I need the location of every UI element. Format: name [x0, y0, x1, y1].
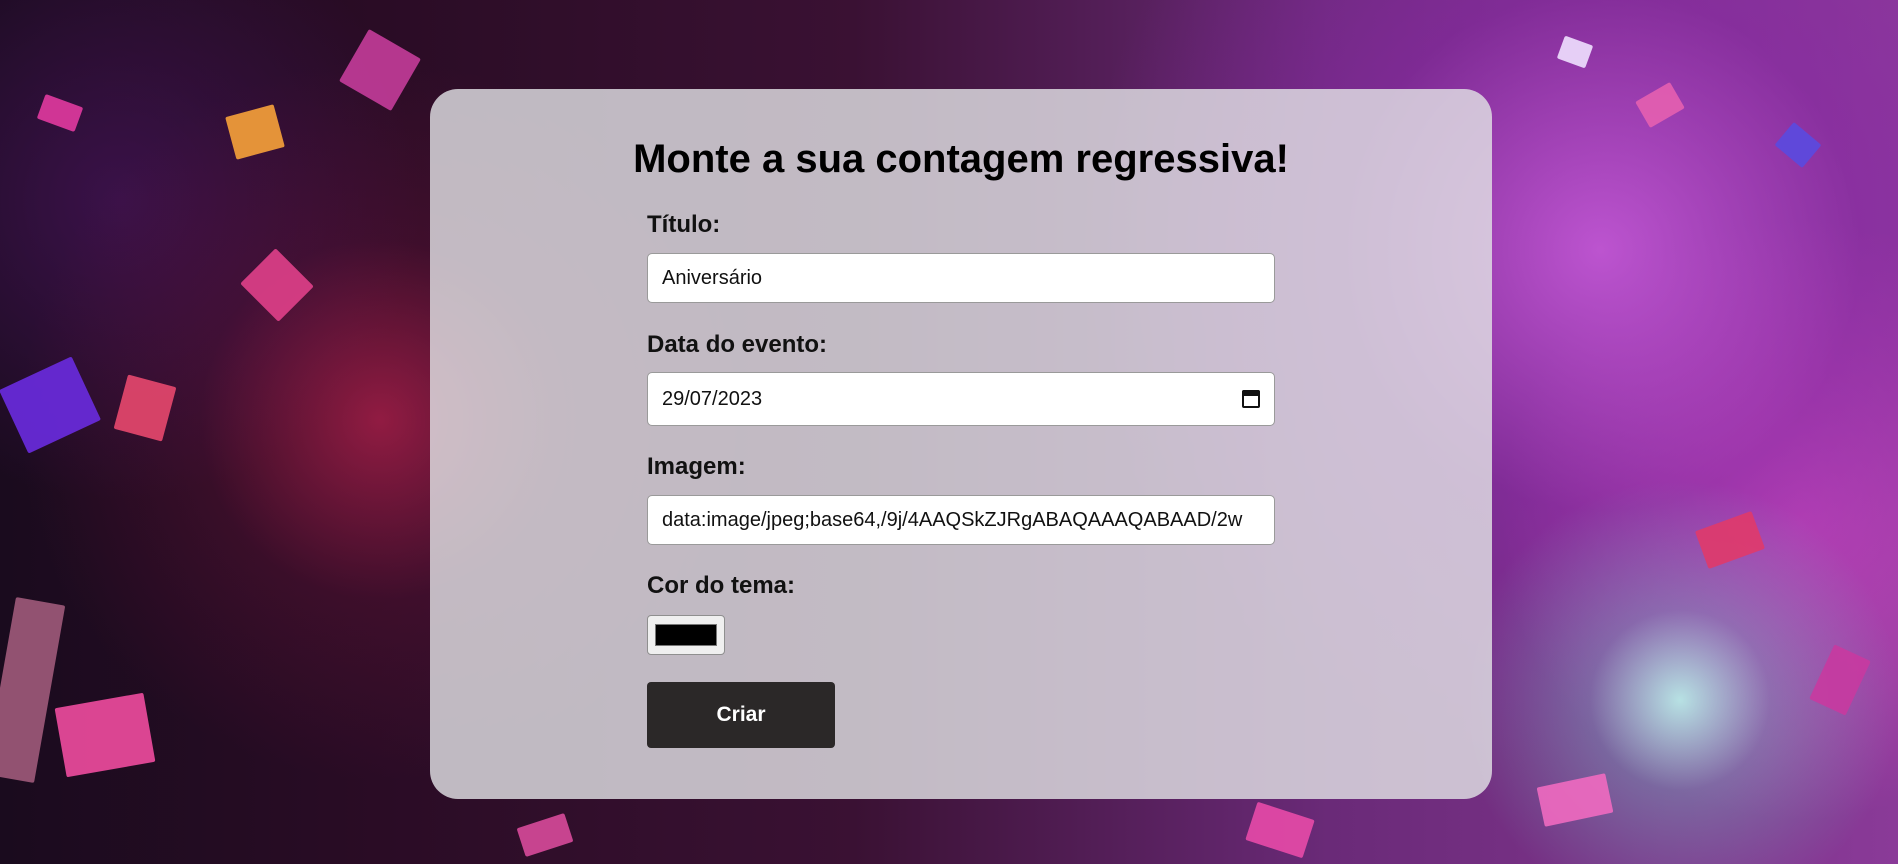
confetti-piece: [339, 29, 421, 111]
calendar-icon[interactable]: [1242, 390, 1260, 408]
countdown-form-card: Monte a sua contagem regressiva! Título:…: [430, 89, 1492, 799]
confetti-piece: [0, 356, 102, 454]
theme-color-label: Cor do tema:: [647, 572, 796, 599]
confetti-piece: [240, 248, 314, 322]
title-label: Título:: [647, 211, 721, 238]
event-date-value: 29/07/2023: [662, 387, 763, 410]
theme-color-picker[interactable]: [647, 615, 725, 655]
create-button[interactable]: Criar: [647, 682, 835, 748]
confetti-piece: [1245, 801, 1315, 859]
page-title: Monte a sua contagem regressiva!: [633, 137, 1289, 181]
date-label: Data do evento:: [647, 331, 828, 358]
confetti-piece: [1774, 121, 1822, 169]
image-input[interactable]: [647, 495, 1275, 545]
confetti-piece: [1635, 82, 1685, 128]
confetti-piece: [113, 374, 177, 442]
confetti-piece: [225, 104, 285, 160]
theme-color-preview: [655, 624, 717, 646]
confetti-piece: [1556, 35, 1594, 69]
confetti-piece: [36, 93, 84, 133]
confetti-piece: [516, 813, 574, 857]
confetti-piece: [1694, 510, 1766, 570]
image-label: Imagem:: [647, 453, 746, 480]
confetti-piece: [54, 692, 156, 778]
confetti-piece: [1536, 773, 1614, 827]
confetti-piece: [1809, 644, 1871, 716]
title-input[interactable]: [647, 253, 1275, 303]
event-date-input[interactable]: 29/07/2023: [647, 372, 1275, 426]
confetti-piece: [0, 597, 66, 783]
